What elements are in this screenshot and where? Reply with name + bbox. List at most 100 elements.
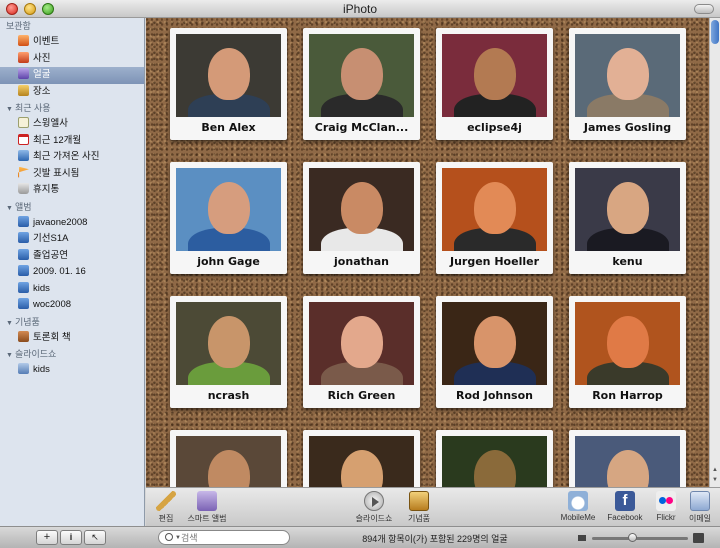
- sidebar-section-header[interactable]: ▼ 슬라이드쇼: [0, 346, 144, 362]
- face-card[interactable]: kenu: [569, 162, 686, 274]
- keepsakes-icon: [409, 491, 429, 511]
- sidebar-item[interactable]: 졸업공연: [0, 248, 144, 265]
- scroll-down-arrow-icon[interactable]: ▼: [711, 476, 719, 484]
- sidebar-item[interactable]: 토론회 책: [0, 330, 144, 347]
- email-label: 이메일: [688, 514, 712, 523]
- keepsakes-button[interactable]: 기념품: [402, 491, 436, 524]
- face-photo-head: [341, 48, 383, 100]
- sidebar-item[interactable]: 최근 가져온 사진: [0, 149, 144, 166]
- slideshow-icon: [18, 117, 29, 128]
- sidebar-item[interactable]: javaone2008: [0, 215, 144, 232]
- sidebar-item[interactable]: kids: [0, 281, 144, 298]
- face-card[interactable]: Craig McClan...: [303, 28, 420, 140]
- face-name-label[interactable]: jonathan: [303, 253, 420, 271]
- sidebar-section-header[interactable]: ▼ 기념품: [0, 314, 144, 330]
- book-icon: [18, 330, 29, 342]
- face-card[interactable]: eclipse4j: [436, 28, 553, 140]
- face-name-label[interactable]: Jurgen Hoeller: [436, 253, 553, 271]
- face-photo-head: [474, 316, 516, 368]
- pencil-icon: [156, 491, 176, 511]
- face-card[interactable]: jonathan: [303, 162, 420, 274]
- face-photo-head: [474, 182, 516, 234]
- sidebar-item[interactable]: 최근 12개월: [0, 133, 144, 150]
- sidebar-item-label: kids: [33, 282, 50, 294]
- vertical-scrollbar[interactable]: ▲ ▼: [709, 18, 720, 487]
- face-name-label[interactable]: Rich Green: [303, 387, 420, 405]
- face-card[interactable]: Rich Green: [303, 296, 420, 408]
- face-name-label[interactable]: Rod Johnson: [436, 387, 553, 405]
- sidebar-item[interactable]: 2009. 01. 16: [0, 264, 144, 281]
- bottom-toolbar: 편집 스마트 앨범 슬라이드쇼 기념품 MobileMe f Facebook …: [146, 487, 720, 526]
- face-photo: [309, 168, 414, 251]
- smart-album-button[interactable]: 스마트 앨범: [184, 491, 230, 524]
- sidebar-item-label: 장소: [33, 85, 51, 97]
- face-photo: [309, 436, 414, 487]
- face-card[interactable]: Rod Johnson: [436, 296, 553, 408]
- sidebar-item-label: 사진: [33, 52, 51, 64]
- face-card[interactable]: [436, 430, 553, 487]
- sidebar-item[interactable]: 장소: [0, 84, 144, 101]
- sidebar-section-header[interactable]: ▼ 최근 사용: [0, 100, 144, 116]
- sidebar-item-label: kids: [33, 364, 50, 375]
- face-name-label[interactable]: eclipse4j: [436, 119, 553, 137]
- scroll-up-arrow-icon[interactable]: ▲: [711, 466, 719, 474]
- face-name-label[interactable]: Craig McClan...: [303, 119, 420, 137]
- edit-button[interactable]: 편집: [152, 491, 180, 524]
- face-photo: [309, 34, 414, 117]
- face-photo-head: [607, 450, 649, 487]
- chevron-down-icon[interactable]: ▼: [175, 535, 181, 541]
- mobileme-button[interactable]: MobileMe: [556, 491, 600, 522]
- info-button[interactable]: i: [60, 530, 82, 545]
- sidebar-item[interactable]: kids: [0, 362, 144, 379]
- zoom-slider-track[interactable]: [592, 537, 688, 540]
- faces-corkboard: Ben Alex Craig McClan... eclipse4j James Go…: [146, 18, 709, 487]
- face-photo-head: [208, 182, 250, 234]
- faces-icon: [18, 68, 29, 79]
- sidebar-item[interactable]: 깃발 표시됨: [0, 166, 144, 183]
- face-name-label[interactable]: ncrash: [170, 387, 287, 405]
- zoom-slider-knob[interactable]: [628, 533, 638, 542]
- facebook-button[interactable]: f Facebook: [604, 491, 646, 522]
- face-photo: [176, 34, 281, 117]
- places-icon: [18, 84, 29, 96]
- sidebar-section-header[interactable]: ▼ 앨범: [0, 199, 144, 215]
- face-name-label[interactable]: kenu: [569, 253, 686, 271]
- face-card[interactable]: James Gosling: [569, 28, 686, 140]
- album-icon: [18, 298, 29, 309]
- face-name-label[interactable]: Ben Alex: [170, 119, 287, 137]
- face-card[interactable]: [569, 430, 686, 487]
- slideshow-button[interactable]: 슬라이드쇼: [352, 491, 396, 524]
- sidebar-item[interactable]: 이벤트: [0, 34, 144, 51]
- sidebar-item[interactable]: 휴지통: [0, 182, 144, 199]
- face-photo: [442, 168, 547, 251]
- face-card[interactable]: ncrash: [170, 296, 287, 408]
- face-name-label[interactable]: Ron Harrop: [569, 387, 686, 405]
- face-card[interactable]: Ben Alex: [170, 28, 287, 140]
- face-name-label[interactable]: john Gage: [170, 253, 287, 271]
- face-photo: [176, 302, 281, 385]
- facebook-icon: f: [615, 491, 635, 511]
- email-button[interactable]: 이메일: [684, 491, 716, 524]
- album-icon: [18, 265, 29, 276]
- face-card[interactable]: [170, 430, 287, 487]
- face-card[interactable]: [303, 430, 420, 487]
- edit-label: 편집: [158, 514, 174, 523]
- face-card[interactable]: john Gage: [170, 162, 287, 274]
- face-photo-head: [474, 450, 516, 487]
- fullscreen-button[interactable]: ↖: [84, 530, 106, 545]
- face-name-label[interactable]: James Gosling: [569, 119, 686, 137]
- sidebar-item[interactable]: woc2008: [0, 297, 144, 314]
- sidebar-item[interactable]: 얼굴: [0, 67, 144, 84]
- window-title: iPhoto: [342, 2, 378, 16]
- face-card[interactable]: Ron Harrop: [569, 296, 686, 408]
- flickr-button[interactable]: Flickr: [650, 491, 682, 522]
- sidebar-item[interactable]: 스윙엘사: [0, 116, 144, 133]
- toolbar-toggle-button[interactable]: [694, 4, 714, 14]
- sidebar-item[interactable]: 사진: [0, 51, 144, 68]
- add-button[interactable]: +: [36, 530, 58, 545]
- face-card[interactable]: Jurgen Hoeller: [436, 162, 553, 274]
- sidebar-item-label: 깃발 표시됨: [33, 167, 80, 179]
- sidebar-item[interactable]: 기선S1A: [0, 231, 144, 248]
- scrollbar-thumb[interactable]: [711, 20, 719, 44]
- album-icon: [18, 281, 29, 293]
